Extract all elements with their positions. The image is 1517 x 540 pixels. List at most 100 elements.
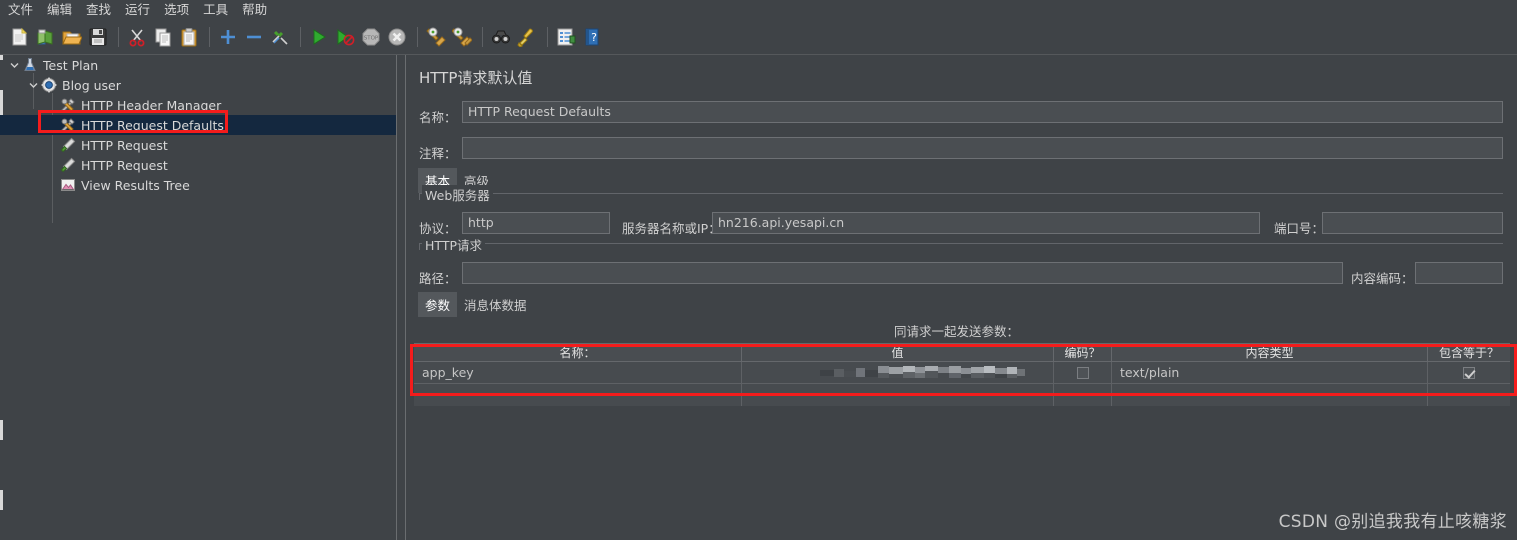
tree-node-test-plan[interactable]: Test Plan bbox=[0, 55, 396, 75]
stop-icon: STOP bbox=[361, 27, 381, 47]
table-empty-row bbox=[414, 384, 1510, 406]
tree-node-blog-user[interactable]: Blog user bbox=[0, 75, 396, 95]
clear-all-button[interactable] bbox=[451, 26, 473, 48]
cut-scissors-icon bbox=[127, 27, 147, 47]
split-divider[interactable] bbox=[396, 55, 406, 540]
search-reset-button[interactable] bbox=[516, 26, 538, 48]
page-title: HTTP请求默认值 bbox=[419, 69, 533, 87]
toolbar: STOP ? bbox=[0, 20, 1517, 55]
tree-node-view-results-tree[interactable]: View Results Tree bbox=[0, 175, 396, 195]
cut-button[interactable] bbox=[126, 26, 148, 48]
config-element-icon bbox=[59, 96, 77, 114]
listener-icon bbox=[59, 176, 77, 194]
expand-all-button[interactable] bbox=[217, 26, 239, 48]
test-plan-tree[interactable]: Test Plan Blog user HTTP Header Manager … bbox=[0, 55, 396, 540]
sampler-icon bbox=[59, 156, 77, 174]
web-server-group-title: Web服务器 bbox=[422, 185, 493, 204]
collapse-all-button[interactable] bbox=[243, 26, 265, 48]
comment-input[interactable] bbox=[462, 137, 1503, 159]
tree-node-label: HTTP Header Manager bbox=[81, 97, 222, 113]
protocol-input[interactable]: http bbox=[462, 212, 610, 234]
expand-chevron-icon[interactable] bbox=[8, 55, 21, 75]
toolbar-separator-3 bbox=[300, 27, 301, 47]
path-input[interactable] bbox=[462, 262, 1343, 284]
masked-value-overlay bbox=[820, 364, 1025, 381]
new-document-icon bbox=[10, 27, 30, 47]
content-encoding-input[interactable] bbox=[1415, 262, 1503, 284]
cell-param-content-type[interactable]: text/plain bbox=[1112, 362, 1428, 384]
menu-tools[interactable]: 工具 bbox=[203, 0, 228, 20]
port-input[interactable] bbox=[1322, 212, 1503, 234]
tree-node-label: Blog user bbox=[62, 77, 121, 93]
parameters-table[interactable]: 名称： 值 编码？ 内容类型 包含等于？ app_key text/plain bbox=[414, 343, 1510, 406]
tab-body-data[interactable]: 消息体数据 bbox=[457, 292, 534, 317]
stop-button[interactable]: STOP bbox=[360, 26, 382, 48]
menu-file[interactable]: 文件 bbox=[8, 0, 33, 20]
clear-all-icon bbox=[452, 27, 472, 47]
toolbar-separator-4 bbox=[417, 27, 418, 47]
menu-edit[interactable]: 编辑 bbox=[47, 0, 72, 20]
function-helper-button[interactable] bbox=[555, 26, 577, 48]
param-tabstrip: 参数 消息体数据 bbox=[418, 292, 534, 317]
new-document-button[interactable] bbox=[9, 26, 31, 48]
thread-group-icon bbox=[40, 76, 58, 94]
menu-run[interactable]: 运行 bbox=[125, 0, 150, 20]
server-name-input[interactable]: hn216.api.yesapi.cn bbox=[712, 212, 1260, 234]
column-encode[interactable]: 编码？ bbox=[1054, 343, 1112, 362]
start-no-pauses-button[interactable] bbox=[334, 26, 356, 48]
toggle-enable-button[interactable] bbox=[269, 26, 291, 48]
tree-node-label: HTTP Request bbox=[81, 137, 168, 153]
send-parameters-hint: 同请求一起发送参数： bbox=[894, 324, 1020, 339]
start-button[interactable] bbox=[308, 26, 330, 48]
collapse-minus-icon bbox=[244, 27, 264, 47]
path-label: 路径： bbox=[419, 271, 457, 286]
copy-button[interactable] bbox=[152, 26, 174, 48]
column-name[interactable]: 名称： bbox=[414, 343, 742, 362]
tab-parameters[interactable]: 参数 bbox=[418, 292, 458, 317]
clear-icon bbox=[426, 27, 446, 47]
include-equals-checkbox[interactable] bbox=[1463, 366, 1475, 379]
column-value[interactable]: 值 bbox=[742, 343, 1054, 362]
sampler-icon bbox=[59, 136, 77, 154]
paste-clipboard-icon bbox=[179, 27, 199, 47]
menu-options[interactable]: 选项 bbox=[164, 0, 189, 20]
column-include-equals[interactable]: 包含等于？ bbox=[1428, 343, 1510, 362]
tree-node-label: Test Plan bbox=[43, 57, 99, 73]
tree-node-http-request-defaults[interactable]: HTTP Request Defaults bbox=[0, 115, 396, 135]
search-button[interactable] bbox=[490, 26, 512, 48]
name-input[interactable]: HTTP Request Defaults bbox=[462, 101, 1503, 123]
help-button[interactable]: ? bbox=[581, 26, 603, 48]
table-row[interactable]: app_key text/plain bbox=[414, 362, 1510, 384]
expand-chevron-icon[interactable] bbox=[27, 75, 40, 95]
http-request-group-title: HTTP请求 bbox=[422, 235, 485, 254]
config-element-icon bbox=[59, 116, 77, 134]
cell-param-value[interactable] bbox=[742, 362, 1054, 384]
open-folder-button[interactable] bbox=[61, 26, 83, 48]
clear-button[interactable] bbox=[425, 26, 447, 48]
cell-param-include-equals[interactable] bbox=[1428, 362, 1510, 384]
cell-param-name[interactable]: app_key bbox=[414, 362, 742, 384]
tree-node-http-header-manager[interactable]: HTTP Header Manager bbox=[0, 95, 396, 115]
encode-checkbox[interactable] bbox=[1076, 366, 1089, 379]
function-helper-icon bbox=[556, 27, 576, 47]
edge-gap-4 bbox=[0, 510, 3, 540]
menu-search[interactable]: 查找 bbox=[86, 0, 111, 20]
toggle-enable-icon bbox=[270, 27, 290, 47]
port-label: 端口号： bbox=[1274, 221, 1325, 236]
shutdown-button[interactable] bbox=[386, 26, 408, 48]
toolbar-separator-1 bbox=[118, 27, 119, 47]
svg-text:STOP: STOP bbox=[364, 36, 379, 42]
svg-text:?: ? bbox=[591, 31, 597, 44]
start-no-pauses-icon bbox=[335, 27, 355, 47]
paste-button[interactable] bbox=[178, 26, 200, 48]
menu-help[interactable]: 帮助 bbox=[242, 0, 267, 20]
templates-button[interactable] bbox=[35, 26, 57, 48]
column-content-type[interactable]: 内容类型 bbox=[1112, 343, 1428, 362]
tree-node-http-request-1[interactable]: HTTP Request bbox=[0, 135, 396, 155]
cell-param-encode[interactable] bbox=[1054, 362, 1112, 384]
search-reset-broom-icon bbox=[517, 27, 537, 47]
menu-bar: 文件 编辑 查找 运行 选项 工具 帮助 bbox=[0, 0, 1517, 20]
tree-node-http-request-2[interactable]: HTTP Request bbox=[0, 155, 396, 175]
search-binoculars-icon bbox=[491, 27, 511, 47]
save-button[interactable] bbox=[87, 26, 109, 48]
